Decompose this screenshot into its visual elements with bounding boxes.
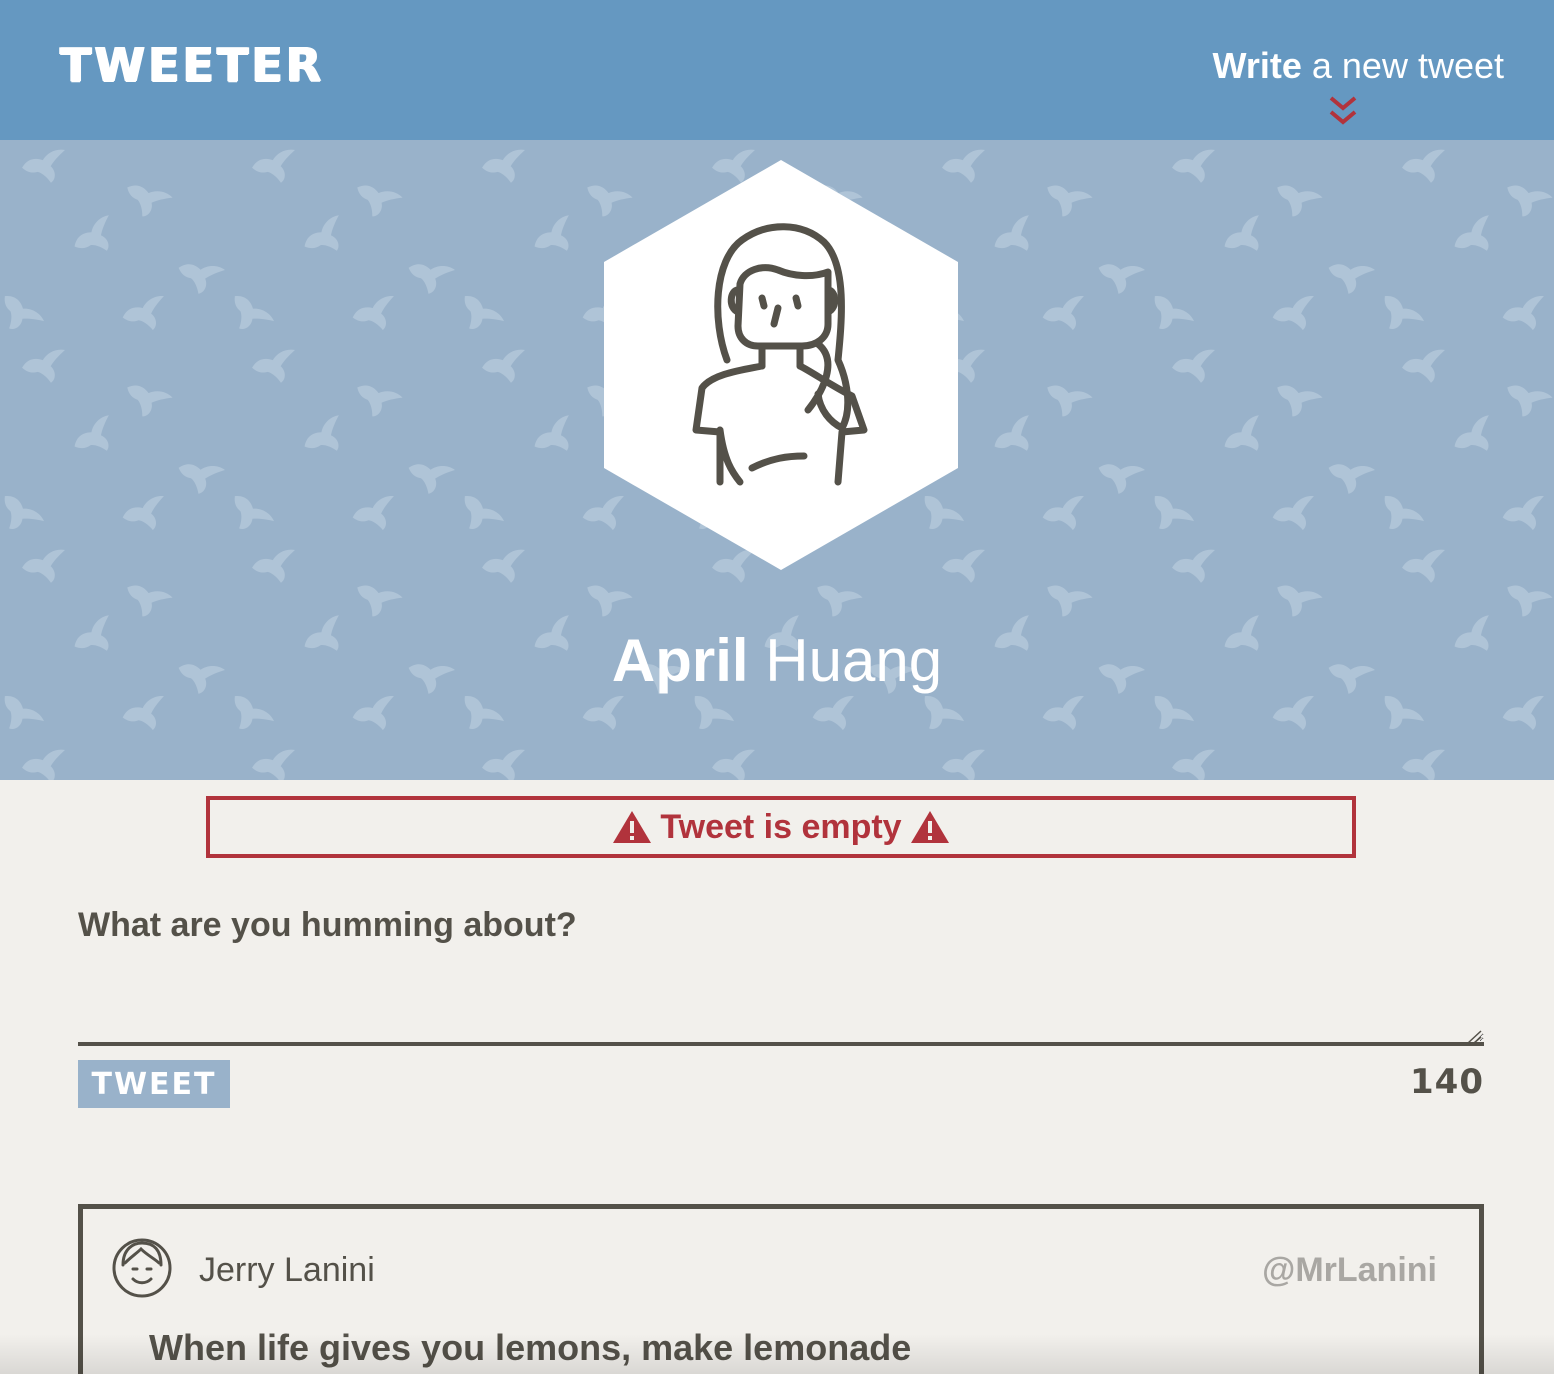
top-nav: TWEETER Write a new tweet	[0, 0, 1554, 140]
tweet-text: When life gives you lemons, make lemonad…	[149, 1327, 912, 1368]
brand-logo[interactable]: TWEETER	[60, 38, 324, 92]
warning-icon	[910, 811, 949, 843]
profile-name: April Huang	[0, 626, 1554, 696]
tweet-card: Jerry Lanini @MrLanini When life gives y…	[78, 1204, 1484, 1374]
compose-toggle-strong: Write	[1212, 45, 1302, 86]
warning-icon	[613, 811, 652, 843]
error-banner: Tweet is empty	[206, 796, 1356, 858]
smiling-man-avatar-icon	[112, 1238, 172, 1298]
tweet-textarea[interactable]	[78, 966, 1484, 1046]
compose-toggle-light: a new tweet	[1311, 45, 1504, 86]
character-counter: 140	[1410, 1062, 1484, 1102]
resize-grip-icon[interactable]	[1466, 1030, 1482, 1044]
woman-avatar-icon	[604, 160, 958, 570]
tweet-author-handle[interactable]: @MrLanini	[1262, 1251, 1437, 1290]
tweet-author-name[interactable]: Jerry Lanini	[199, 1251, 375, 1290]
profile-last-name: Huang	[765, 627, 943, 694]
error-message: Tweet is empty	[660, 807, 902, 846]
double-chevron-down-icon[interactable]	[1328, 94, 1358, 130]
profile-first-name: April	[611, 627, 749, 694]
profile-header: April Huang	[0, 140, 1554, 780]
tweet-submit-button[interactable]: TWEET	[78, 1060, 230, 1108]
write-new-tweet-toggle[interactable]: Write a new tweet	[1213, 42, 1505, 90]
compose-label: What are you humming about?	[78, 906, 577, 944]
